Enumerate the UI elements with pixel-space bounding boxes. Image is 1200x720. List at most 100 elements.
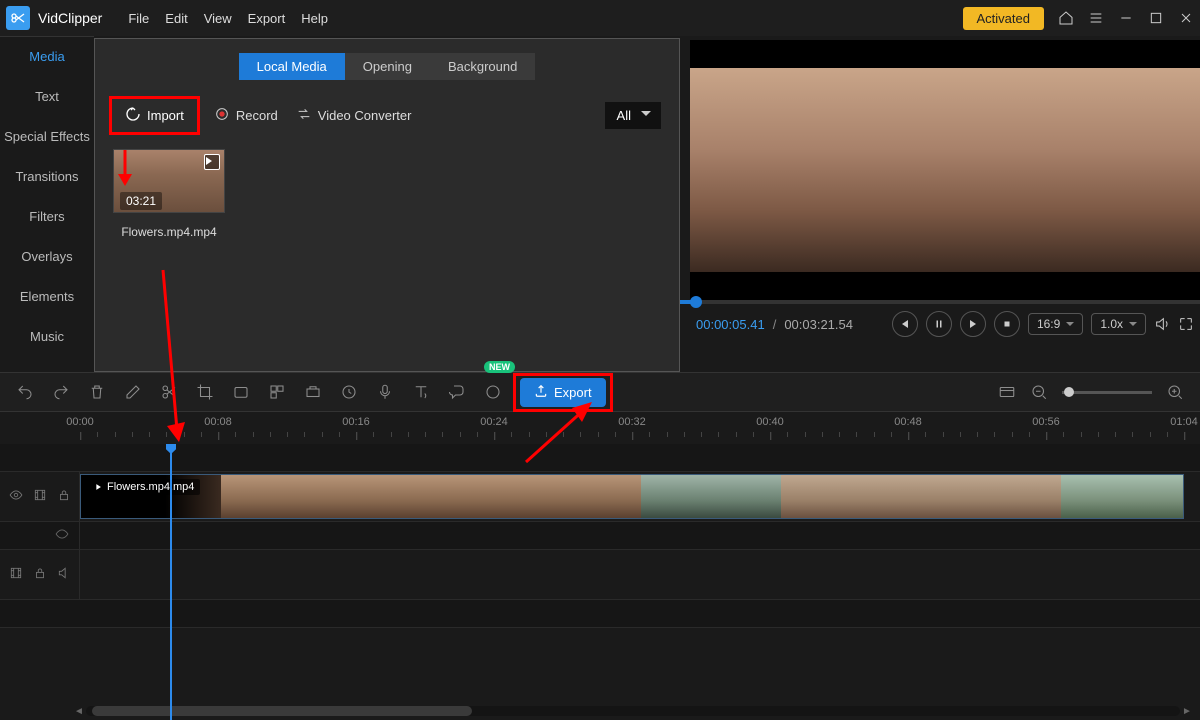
activated-button[interactable]: Activated [963, 7, 1044, 30]
ruler-tick: 01:04 [1170, 416, 1198, 428]
sidebar-item-media[interactable]: Media [0, 36, 94, 76]
undo-icon[interactable] [16, 383, 34, 401]
ruler-tick: 00:16 [342, 416, 370, 428]
hamburger-icon[interactable] [1088, 10, 1104, 26]
ruler-tick: 00:48 [894, 416, 922, 428]
timeline-ruler[interactable]: 00:0000:0800:1600:2400:3200:4000:4800:56… [0, 412, 1200, 444]
video-track-2[interactable] [0, 550, 1200, 600]
import-icon [125, 106, 141, 125]
menu-file[interactable]: File [120, 11, 157, 26]
minimize-icon[interactable] [1118, 10, 1134, 26]
edit-icon[interactable] [124, 383, 142, 401]
timeline-preview-icon[interactable] [998, 383, 1016, 401]
close-icon[interactable] [1178, 10, 1194, 26]
eye-icon[interactable] [55, 527, 69, 544]
timeline-scrollbar[interactable]: ◄ ► [86, 706, 1180, 716]
crop-icon[interactable] [196, 383, 214, 401]
redo-icon[interactable] [52, 383, 70, 401]
menu-edit[interactable]: Edit [157, 11, 195, 26]
ruler-tick: 00:00 [66, 416, 94, 428]
pause-button[interactable] [926, 311, 952, 337]
tab-background[interactable]: Background [430, 53, 535, 80]
scrub-handle[interactable] [690, 296, 702, 308]
new-badge: NEW [484, 361, 515, 373]
sidebar-item-elements[interactable]: Elements [0, 276, 94, 316]
media-clip-thumbnail[interactable]: 03:21 Flowers.mp4.mp4 [113, 149, 225, 239]
preview-scrubber[interactable] [680, 300, 1200, 304]
tab-local-media[interactable]: Local Media [239, 53, 345, 80]
import-label: Import [147, 108, 184, 123]
lock-icon[interactable] [33, 566, 47, 583]
maximize-icon[interactable] [1148, 10, 1164, 26]
next-frame-button[interactable] [960, 311, 986, 337]
delete-icon[interactable] [88, 383, 106, 401]
converter-label: Video Converter [318, 108, 412, 123]
preview-screen[interactable] [690, 40, 1200, 300]
prev-frame-button[interactable] [892, 311, 918, 337]
video-track-1[interactable]: Flowers.mp4.mp4 [0, 472, 1200, 522]
film-icon [9, 566, 23, 583]
text-to-speech-icon[interactable] [412, 383, 430, 401]
timeline-clip-label: Flowers.mp4.mp4 [87, 479, 200, 495]
scrollbar-thumb[interactable] [92, 706, 472, 716]
ruler-tick: 00:40 [756, 416, 784, 428]
sidebar-item-text[interactable]: Text [0, 76, 94, 116]
timeline-tracks: Flowers.mp4.mp4 ◄ ► [0, 444, 1200, 720]
sidebar: Media Text Special Effects Transitions F… [0, 36, 94, 372]
zoom-slider[interactable] [1062, 391, 1152, 394]
speech-to-text-icon[interactable] [448, 383, 466, 401]
duration-icon[interactable] [340, 383, 358, 401]
record-button[interactable]: Record [214, 106, 278, 125]
sidebar-item-overlays[interactable]: Overlays [0, 236, 94, 276]
import-button[interactable]: Import [113, 100, 196, 131]
volume-icon[interactable] [1154, 316, 1170, 332]
stop-button[interactable] [994, 311, 1020, 337]
record-label: Record [236, 108, 278, 123]
timeline-clip[interactable]: Flowers.mp4.mp4 [80, 474, 1184, 519]
preview-frame [690, 68, 1200, 272]
eye-icon[interactable] [9, 488, 23, 505]
menu-help[interactable]: Help [293, 11, 336, 26]
track-head-video-2 [0, 550, 80, 599]
timeline-toolbar: NEW Export [0, 372, 1200, 412]
preview-panel: 00:00:05.41 / 00:03:21.54 16:9 1.0x [690, 36, 1200, 372]
film-icon [33, 488, 47, 505]
export-icon [534, 384, 548, 401]
menu-export[interactable]: Export [240, 11, 294, 26]
media-clip-duration: 03:21 [120, 192, 162, 210]
media-clip-name: Flowers.mp4.mp4 [113, 225, 225, 239]
ruler-tick: 00:24 [480, 416, 508, 428]
fullscreen-icon[interactable] [1178, 316, 1194, 332]
scroll-left-icon[interactable]: ◄ [74, 706, 84, 716]
sidebar-item-transitions[interactable]: Transitions [0, 156, 94, 196]
zoom-handle[interactable] [1064, 387, 1074, 397]
mute-icon[interactable] [57, 566, 71, 583]
playhead[interactable] [170, 444, 172, 720]
playback-speed-select[interactable]: 1.0x [1091, 313, 1146, 335]
export-button[interactable]: Export [520, 378, 606, 407]
sidebar-item-special-effects[interactable]: Special Effects [0, 116, 94, 156]
tab-opening[interactable]: Opening [345, 53, 430, 80]
app-name: VidClipper [38, 10, 102, 26]
ai-tool-button[interactable]: NEW [484, 383, 502, 401]
zoom-keyframe-icon[interactable] [304, 383, 322, 401]
voiceover-icon[interactable] [376, 383, 394, 401]
scroll-right-icon[interactable]: ► [1182, 706, 1192, 716]
video-converter-button[interactable]: Video Converter [296, 106, 412, 125]
sidebar-item-music[interactable]: Music [0, 316, 94, 356]
menu-view[interactable]: View [196, 11, 240, 26]
sidebar-item-filters[interactable]: Filters [0, 196, 94, 236]
lock-icon[interactable] [57, 488, 71, 505]
split-icon[interactable] [160, 383, 178, 401]
media-filter-select[interactable]: All [605, 102, 661, 129]
track-head-video [0, 472, 80, 521]
aspect-ratio-select[interactable]: 16:9 [1028, 313, 1083, 335]
mosaic-icon[interactable] [268, 383, 286, 401]
zoom-out-icon[interactable] [1030, 383, 1048, 401]
snapshot-icon[interactable] [232, 383, 250, 401]
time-current: 00:00:05.41 [696, 317, 765, 332]
title-bar: VidClipper File Edit View Export Help Ac… [0, 0, 1200, 36]
home-icon[interactable] [1058, 10, 1074, 26]
zoom-in-icon[interactable] [1166, 383, 1184, 401]
app-logo [6, 6, 30, 30]
